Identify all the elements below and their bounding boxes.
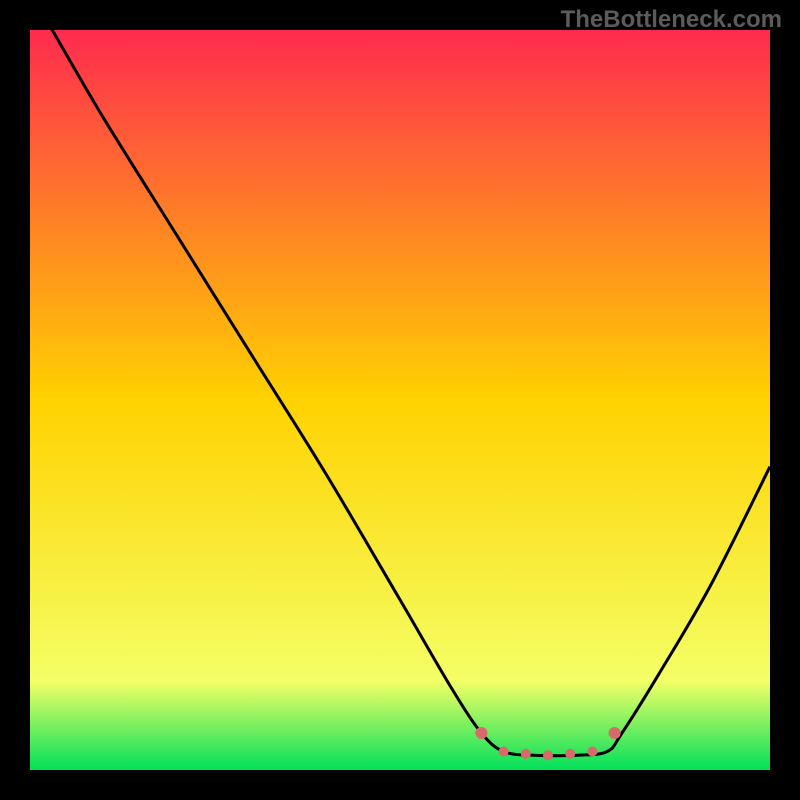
optimal-marker <box>475 727 487 739</box>
optimal-marker <box>543 750 553 760</box>
optimal-marker <box>609 727 621 739</box>
chart-container <box>30 30 770 770</box>
optimal-marker <box>565 749 575 759</box>
watermark-text: TheBottleneck.com <box>561 6 782 34</box>
bottleneck-curve-chart <box>30 30 770 770</box>
optimal-marker <box>499 747 509 757</box>
optimal-marker <box>521 749 531 759</box>
optimal-marker <box>587 747 597 757</box>
gradient-background <box>30 30 770 770</box>
